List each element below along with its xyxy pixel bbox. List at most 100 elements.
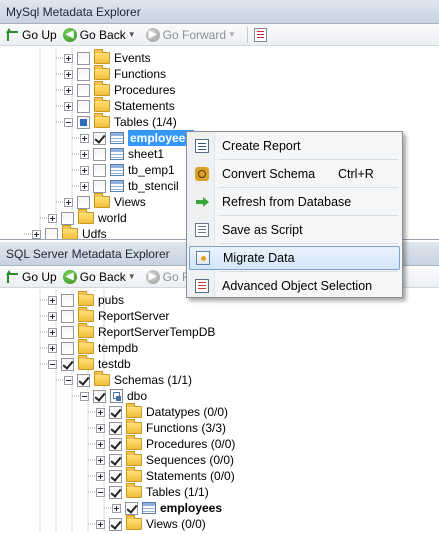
- node-checkbox[interactable]: [61, 325, 74, 339]
- expand-icon[interactable]: [64, 101, 73, 111]
- tree-node-sequences-0-0[interactable]: Sequences (0/0): [96, 451, 234, 468]
- node-checkbox[interactable]: [109, 469, 122, 483]
- table-icon: [110, 148, 124, 160]
- go-forward-button[interactable]: ▶ Go Forward ▼: [143, 25, 243, 45]
- tree-node-events[interactable]: Events: [64, 49, 151, 66]
- expand-icon[interactable]: [96, 407, 105, 417]
- go-back-dropdown-icon[interactable]: ▼: [128, 30, 136, 39]
- expand-icon[interactable]: [96, 439, 105, 449]
- tree-node-statements-0-0[interactable]: Statements (0/0): [96, 467, 235, 484]
- menu-item-refresh-from-database[interactable]: Refresh from Database: [189, 190, 400, 214]
- go-back-button[interactable]: ◀ Go Back ▼: [60, 267, 143, 287]
- expand-icon[interactable]: [48, 295, 57, 305]
- tree-node-world[interactable]: world: [48, 209, 127, 226]
- menu-item-create-report[interactable]: Create Report: [189, 134, 400, 158]
- tree-node-views-0-0[interactable]: Views (0/0): [96, 515, 206, 532]
- collapse-icon[interactable]: [48, 359, 57, 369]
- node-checkbox[interactable]: [93, 131, 106, 145]
- tree-node-tempdb[interactable]: tempdb: [48, 339, 138, 356]
- tree-node-testdb[interactable]: testdb: [48, 355, 131, 372]
- collapse-icon[interactable]: [64, 117, 73, 127]
- options-icon[interactable]: [253, 27, 267, 42]
- node-checkbox[interactable]: [77, 195, 90, 209]
- tree-node-procedures[interactable]: Procedures: [64, 81, 175, 98]
- node-checkbox[interactable]: [109, 437, 122, 451]
- node-checkbox[interactable]: [125, 501, 138, 515]
- collapse-icon[interactable]: [96, 487, 105, 497]
- tree-node-reportservertempdb[interactable]: ReportServerTempDB: [48, 323, 215, 340]
- expand-icon[interactable]: [80, 181, 89, 191]
- node-checkbox[interactable]: [77, 99, 90, 113]
- expand-icon[interactable]: [80, 133, 89, 143]
- tree-node-tables-1-4[interactable]: Tables (1/4): [64, 113, 177, 130]
- tree-node-functions[interactable]: Functions: [64, 65, 166, 82]
- tree-node-pubs[interactable]: pubs: [48, 291, 124, 308]
- node-checkbox[interactable]: [61, 309, 74, 323]
- node-checkbox[interactable]: [61, 357, 74, 371]
- tree-node-sheet1[interactable]: sheet1: [80, 146, 164, 162]
- tree-node-employees[interactable]: employees: [80, 130, 195, 146]
- node-checkbox[interactable]: [93, 163, 106, 177]
- node-checkbox[interactable]: [93, 389, 106, 403]
- expand-icon[interactable]: [96, 455, 105, 465]
- tree-node-statements[interactable]: Statements: [64, 97, 175, 114]
- collapse-icon[interactable]: [80, 391, 89, 401]
- node-checkbox[interactable]: [93, 179, 106, 193]
- tree-node-functions-3-3[interactable]: Functions (3/3): [96, 419, 227, 436]
- expand-icon[interactable]: [96, 519, 105, 529]
- node-checkbox[interactable]: [109, 405, 122, 419]
- node-checkbox[interactable]: [109, 453, 122, 467]
- tree-node-procedures-0-0[interactable]: Procedures (0/0): [96, 435, 235, 452]
- expand-icon[interactable]: [96, 423, 105, 433]
- node-checkbox[interactable]: [77, 115, 90, 129]
- go-up-button[interactable]: Go Up: [2, 267, 60, 287]
- node-checkbox[interactable]: [109, 517, 122, 531]
- expand-icon[interactable]: [48, 343, 57, 353]
- node-checkbox[interactable]: [77, 373, 90, 387]
- expand-icon[interactable]: [64, 69, 73, 79]
- expand-icon[interactable]: [64, 197, 73, 207]
- expand-icon[interactable]: [48, 311, 57, 321]
- node-checkbox[interactable]: [109, 485, 122, 499]
- tree-node-reportserver[interactable]: ReportServer: [48, 307, 169, 324]
- node-checkbox[interactable]: [77, 83, 90, 97]
- expand-icon[interactable]: [80, 165, 89, 175]
- node-checkbox[interactable]: [93, 147, 106, 161]
- node-checkbox[interactable]: [77, 67, 90, 81]
- menu-item-advanced-object-selection[interactable]: Advanced Object Selection: [189, 274, 400, 298]
- menu-item-migrate-data[interactable]: Migrate Data: [189, 246, 400, 270]
- node-checkbox[interactable]: [109, 421, 122, 435]
- expand-icon[interactable]: [80, 149, 89, 159]
- node-checkbox[interactable]: [61, 293, 74, 307]
- go-forward-dropdown-icon[interactable]: ▼: [228, 30, 236, 39]
- menu-item-save-as-script[interactable]: Save as Script: [189, 218, 400, 242]
- tree-node-dbo[interactable]: dbo: [80, 388, 147, 404]
- tree-node-views[interactable]: Views: [64, 193, 146, 210]
- expand-icon[interactable]: [64, 85, 73, 95]
- expand-icon[interactable]: [32, 229, 41, 239]
- node-label: Functions (3/3): [146, 421, 227, 435]
- node-checkbox[interactable]: [45, 227, 58, 239]
- node-checkbox[interactable]: [61, 211, 74, 225]
- menu-item-convert-schema[interactable]: Convert Schema Ctrl+R: [189, 162, 400, 186]
- expand-icon[interactable]: [48, 327, 57, 337]
- expand-icon[interactable]: [48, 213, 57, 223]
- go-up-button[interactable]: Go Up: [2, 25, 60, 45]
- expand-icon[interactable]: [112, 503, 121, 513]
- expand-icon[interactable]: [64, 53, 73, 63]
- node-checkbox[interactable]: [77, 51, 90, 65]
- toolbar: Go Up ◀ Go Back ▼ ▶ Go Forward ▼: [0, 24, 439, 46]
- collapse-icon[interactable]: [64, 375, 73, 385]
- tree-node-tables-1-1[interactable]: Tables (1/1): [96, 483, 209, 500]
- tree-node-tb-emp1[interactable]: tb_emp1: [80, 162, 175, 178]
- go-back-button[interactable]: ◀ Go Back ▼: [60, 25, 143, 45]
- tree-node-datatypes-0-0[interactable]: Datatypes (0/0): [96, 403, 228, 420]
- tree-node-tb-stencil[interactable]: tb_stencil: [80, 178, 179, 194]
- expand-icon[interactable]: [96, 471, 105, 481]
- go-back-dropdown-icon[interactable]: ▼: [128, 272, 136, 281]
- node-checkbox[interactable]: [61, 341, 74, 355]
- tree-node-udfs[interactable]: Udfs: [32, 225, 107, 239]
- tree-node-schemas-1-1[interactable]: Schemas (1/1): [64, 371, 192, 388]
- menu-separator: [219, 187, 398, 188]
- tree-node-employees[interactable]: employees: [112, 500, 222, 516]
